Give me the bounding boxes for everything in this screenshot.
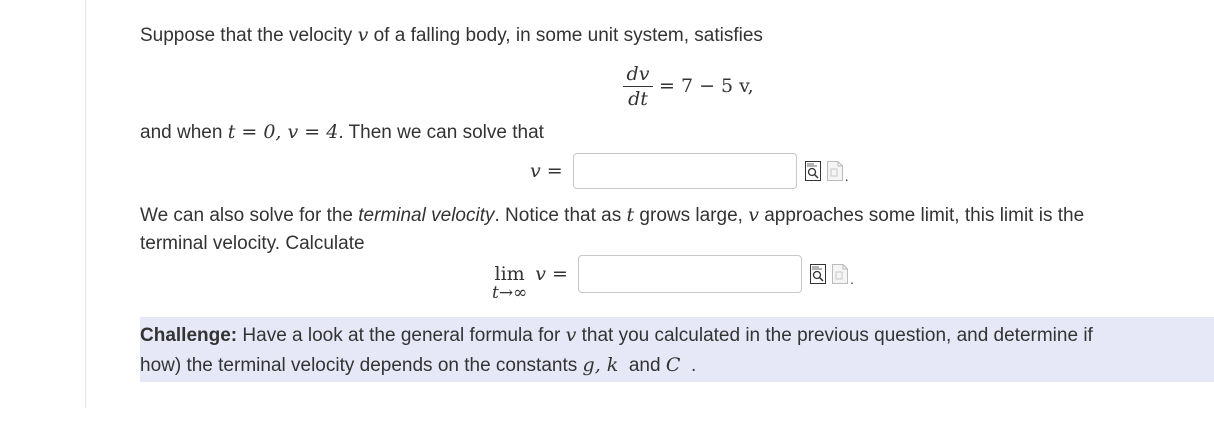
constants-gk: g, k (582, 354, 619, 376)
equation-help-icon[interactable] (826, 161, 843, 181)
terminal-paragraph-line-1: We can also solve for the terminal veloc… (140, 204, 1084, 227)
answer2-icons: . (809, 264, 854, 287)
var-t: t (626, 204, 635, 226)
terminal-paragraph-line-2: terminal velocity. Calculate (140, 233, 365, 255)
var-v: v (357, 24, 369, 46)
limit-text: lim (494, 263, 525, 285)
challenge-box: Challenge: Have a look at the general fo… (140, 317, 1214, 382)
equation-rhs: = 7 − 5 v, (659, 75, 754, 97)
answer1-icons: . (804, 161, 849, 184)
var-v-3: v (565, 324, 577, 346)
terminal-emphasis: terminal velocity (358, 205, 495, 226)
challenge-line-1: Challenge: Have a look at the general fo… (140, 324, 1093, 347)
terminal-line-2: terminal velocity. Calculate (140, 233, 365, 254)
challenge-text-1: Have a look at the general formula for (237, 325, 566, 346)
equation-help-icon[interactable] (831, 264, 848, 284)
answer1-label: v = (530, 160, 563, 182)
limit-subscript: t→∞ (492, 283, 528, 303)
initial-condition-paragraph: and when t = 0, v = 4. Then we can solve… (140, 121, 544, 144)
challenge-line-2: how) the terminal velocity depends on th… (140, 354, 696, 377)
intro-text-2: of a falling body, in some unit system, … (368, 25, 763, 46)
initial-math: t = 0, v = 4 (227, 121, 339, 143)
constant-C: C (665, 354, 681, 376)
terminal-text-1: We can also solve for the (140, 205, 359, 226)
challenge-heading: Challenge: (140, 325, 238, 346)
answer1-input[interactable] (572, 153, 797, 189)
intro-text: Suppose that the velocity (140, 25, 358, 46)
var-v-2: v (748, 204, 759, 226)
limit-operator: lim t→∞ (492, 264, 527, 302)
fraction-numerator: dv (626, 62, 650, 85)
answer2-label: v = (535, 263, 568, 285)
answer-row-1: v = . (530, 153, 849, 189)
left-divider (85, 0, 86, 408)
terminal-text-2: . Notice that as (494, 205, 627, 226)
answer2-input[interactable] (577, 255, 802, 293)
challenge-line-2-text: how) the terminal velocity depends on th… (140, 355, 583, 376)
fraction-denominator: dt (628, 87, 648, 110)
challenge-text-2: that you calculated in the previous ques… (576, 325, 1093, 346)
period-mark: . (849, 271, 854, 287)
preview-icon[interactable] (804, 161, 821, 181)
ode-equation: dv dt = 7 − 5 v, (623, 58, 754, 114)
initial-text: and when (140, 122, 228, 143)
terminal-text-4: approaches some limit, this limit is the (758, 205, 1085, 226)
derivative-fraction: dv dt (623, 62, 653, 111)
intro-paragraph: Suppose that the velocity v of a falling… (140, 24, 763, 47)
challenge-end: . (680, 355, 697, 376)
challenge-and: and (618, 355, 666, 376)
period-mark: . (844, 168, 849, 184)
terminal-text-3: grows large, (634, 205, 749, 226)
answer-row-2: lim t→∞ v = . (492, 255, 854, 302)
initial-text-2: . Then we can solve that (338, 122, 544, 143)
preview-icon[interactable] (809, 264, 826, 284)
